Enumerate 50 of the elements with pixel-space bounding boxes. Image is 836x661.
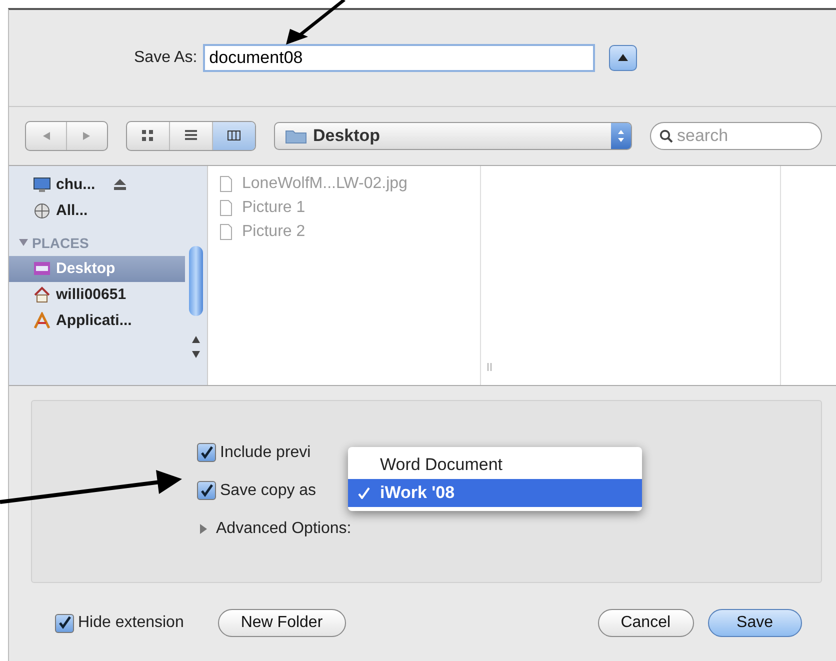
- save-button[interactable]: Save: [708, 609, 802, 638]
- scroll-thumb[interactable]: [189, 246, 203, 316]
- section-label: PLACES: [32, 234, 89, 251]
- eject-icon[interactable]: [114, 179, 126, 190]
- sidebar-item[interactable]: willi00651: [9, 282, 185, 308]
- filename-field[interactable]: document08: [203, 44, 596, 72]
- scroll-bar[interactable]: [185, 166, 208, 385]
- search-icon: [659, 128, 673, 143]
- icons-icon: [141, 129, 155, 142]
- scroll-down-icon[interactable]: [192, 350, 200, 358]
- triangle-up-icon: [617, 53, 630, 62]
- menu-item[interactable]: iWork '08: [348, 479, 642, 507]
- checkbox-label: Save copy as: [220, 482, 316, 500]
- sidebar-item[interactable]: All...: [9, 198, 185, 224]
- disclosure-button[interactable]: Advanced Options:: [197, 516, 821, 541]
- folder-icon: [285, 128, 307, 144]
- disclosure-triangle-icon: [199, 524, 208, 534]
- document-icon: [220, 200, 232, 216]
- column-view-button[interactable]: [213, 122, 255, 150]
- monitor-icon: [33, 176, 51, 194]
- left-triangle-icon: [41, 130, 51, 141]
- stepper-icon: [611, 122, 631, 149]
- document-icon: [220, 176, 232, 192]
- columns-icon: [227, 129, 241, 142]
- sidebar-item[interactable]: Applicati...: [9, 308, 185, 334]
- collapse-button[interactable]: [609, 44, 638, 71]
- sidebar-item[interactable]: chu...: [9, 172, 185, 198]
- resize-grip-icon[interactable]: [487, 362, 492, 371]
- scroll-up-icon[interactable]: [192, 336, 200, 343]
- checkbox-label: Include previ: [220, 444, 311, 462]
- desktop-icon: [33, 260, 51, 278]
- house-icon: [33, 286, 51, 304]
- dialog-button[interactable]: New Folder: [218, 609, 346, 638]
- view-mode-control[interactable]: [126, 120, 256, 151]
- checkbox[interactable]: [55, 614, 74, 633]
- back-forward-control[interactable]: [25, 120, 108, 151]
- checkbox-label: Hide extension: [78, 614, 184, 632]
- checkbox[interactable]: [197, 443, 216, 462]
- location-popup[interactable]: Desktop: [274, 122, 632, 150]
- save-as-label: Save As:: [134, 48, 198, 67]
- dialog-button[interactable]: Cancel: [598, 609, 694, 638]
- search-field[interactable]: search: [650, 122, 822, 150]
- checkmark-icon: [358, 487, 370, 499]
- globe-icon: [33, 202, 51, 220]
- menu-item[interactable]: Word Document: [348, 451, 642, 479]
- right-triangle-icon: [82, 130, 92, 141]
- document-icon: [220, 224, 232, 240]
- checkbox[interactable]: [197, 481, 216, 500]
- list-icon: [184, 129, 198, 142]
- disclosure-triangle-icon[interactable]: [19, 238, 28, 248]
